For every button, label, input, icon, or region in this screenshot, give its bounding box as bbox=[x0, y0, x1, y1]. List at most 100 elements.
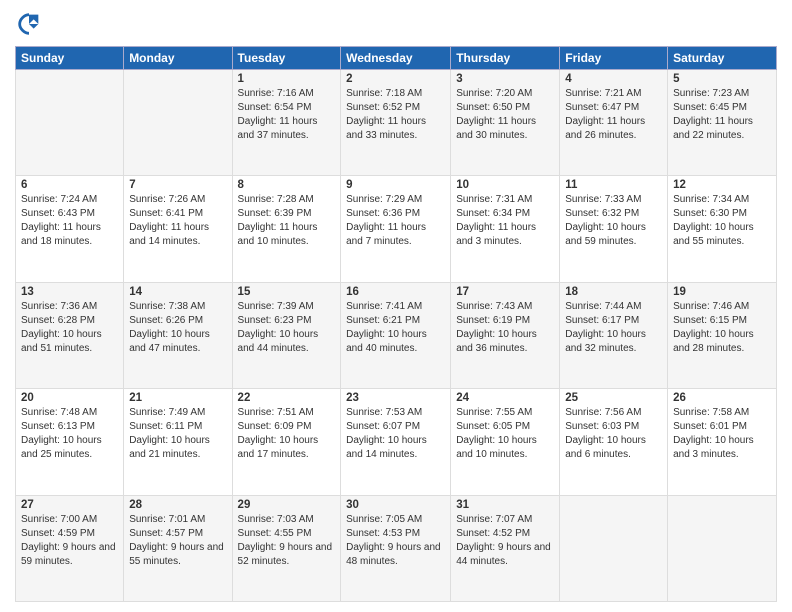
week-row-1: 1 Sunrise: 7:16 AMSunset: 6:54 PMDaylight… bbox=[16, 70, 777, 176]
day-number: 2 bbox=[346, 73, 445, 85]
day-number: 10 bbox=[456, 179, 554, 191]
calendar-cell: 14 Sunrise: 7:38 AMSunset: 6:26 PMDayligh… bbox=[124, 282, 232, 388]
day-number: 20 bbox=[21, 392, 118, 404]
calendar-cell: 20 Sunrise: 7:48 AMSunset: 6:13 PMDayligh… bbox=[16, 389, 124, 495]
calendar-cell: 24 Sunrise: 7:55 AMSunset: 6:05 PMDayligh… bbox=[451, 389, 560, 495]
day-info: Sunrise: 7:16 AMSunset: 6:54 PMDaylight:… bbox=[238, 87, 336, 143]
calendar-cell: 22 Sunrise: 7:51 AMSunset: 6:09 PMDayligh… bbox=[232, 389, 341, 495]
day-info: Sunrise: 7:01 AMSunset: 4:57 PMDaylight:… bbox=[129, 513, 226, 569]
calendar-cell: 16Sunrise: 7:41 AMSunset: 6:21 PMDayligh… bbox=[341, 282, 451, 388]
calendar-cell: 27Sunrise: 7:00 AMSunset: 4:59 PMDayligh… bbox=[16, 495, 124, 601]
day-info: Sunrise: 7:39 AMSunset: 6:23 PMDaylight:… bbox=[238, 300, 336, 356]
week-row-5: 27Sunrise: 7:00 AMSunset: 4:59 PMDayligh… bbox=[16, 495, 777, 601]
day-number: 4 bbox=[565, 73, 662, 85]
calendar-cell: 4 Sunrise: 7:21 AMSunset: 6:47 PMDaylight… bbox=[560, 70, 668, 176]
weekday-header-thursday: Thursday bbox=[451, 47, 560, 70]
day-number: 24 bbox=[456, 392, 554, 404]
calendar-body: 1 Sunrise: 7:16 AMSunset: 6:54 PMDaylight… bbox=[16, 70, 777, 602]
page: SundayMondayTuesdayWednesdayThursdayFrid… bbox=[0, 0, 792, 612]
day-number: 23 bbox=[346, 392, 445, 404]
day-info: Sunrise: 7:29 AMSunset: 6:36 PMDaylight:… bbox=[346, 193, 445, 249]
calendar-cell: 18 Sunrise: 7:44 AMSunset: 6:17 PMDayligh… bbox=[560, 282, 668, 388]
day-number: 29 bbox=[238, 499, 336, 511]
week-row-2: 6 Sunrise: 7:24 AMSunset: 6:43 PMDaylight… bbox=[16, 176, 777, 282]
day-info: Sunrise: 7:48 AMSunset: 6:13 PMDaylight:… bbox=[21, 406, 118, 462]
day-info: Sunrise: 7:33 AMSunset: 6:32 PMDaylight:… bbox=[565, 193, 662, 249]
weekday-header-friday: Friday bbox=[560, 47, 668, 70]
day-info: Sunrise: 7:24 AMSunset: 6:43 PMDaylight:… bbox=[21, 193, 118, 249]
calendar-cell: 19 Sunrise: 7:46 AMSunset: 6:15 PMDayligh… bbox=[668, 282, 777, 388]
day-info: Sunrise: 7:43 AMSunset: 6:19 PMDaylight:… bbox=[456, 300, 554, 356]
calendar-cell: 15 Sunrise: 7:39 AMSunset: 6:23 PMDayligh… bbox=[232, 282, 341, 388]
calendar-cell: 8Sunrise: 7:28 AMSunset: 6:39 PMDaylight… bbox=[232, 176, 341, 282]
week-row-4: 20 Sunrise: 7:48 AMSunset: 6:13 PMDayligh… bbox=[16, 389, 777, 495]
day-number: 17 bbox=[456, 286, 554, 298]
weekday-header-tuesday: Tuesday bbox=[232, 47, 341, 70]
day-number: 8 bbox=[238, 179, 336, 191]
day-number: 21 bbox=[129, 392, 226, 404]
day-info: Sunrise: 7:18 AMSunset: 6:52 PMDaylight:… bbox=[346, 87, 445, 143]
day-info: Sunrise: 7:05 AMSunset: 4:53 PMDaylight:… bbox=[346, 513, 445, 569]
calendar-cell: 3Sunrise: 7:20 AMSunset: 6:50 PMDaylight… bbox=[451, 70, 560, 176]
logo bbox=[15, 10, 47, 38]
calendar-cell: 17 Sunrise: 7:43 AMSunset: 6:19 PMDayligh… bbox=[451, 282, 560, 388]
day-number: 26 bbox=[673, 392, 771, 404]
day-number: 11 bbox=[565, 179, 662, 191]
day-number: 9 bbox=[346, 179, 445, 191]
day-info: Sunrise: 7:38 AMSunset: 6:26 PMDaylight:… bbox=[129, 300, 226, 356]
calendar-cell: 12 Sunrise: 7:34 AMSunset: 6:30 PMDayligh… bbox=[668, 176, 777, 282]
day-number: 28 bbox=[129, 499, 226, 511]
day-info: Sunrise: 7:55 AMSunset: 6:05 PMDaylight:… bbox=[456, 406, 554, 462]
day-info: Sunrise: 7:44 AMSunset: 6:17 PMDaylight:… bbox=[565, 300, 662, 356]
day-info: Sunrise: 7:36 AMSunset: 6:28 PMDaylight:… bbox=[21, 300, 118, 356]
day-number: 30 bbox=[346, 499, 445, 511]
day-info: Sunrise: 7:56 AMSunset: 6:03 PMDaylight:… bbox=[565, 406, 662, 462]
day-number: 18 bbox=[565, 286, 662, 298]
weekday-header-saturday: Saturday bbox=[668, 47, 777, 70]
calendar-cell: 11 Sunrise: 7:33 AMSunset: 6:32 PMDayligh… bbox=[560, 176, 668, 282]
day-number: 6 bbox=[21, 179, 118, 191]
day-info: Sunrise: 7:07 AMSunset: 4:52 PMDaylight:… bbox=[456, 513, 554, 569]
day-info: Sunrise: 7:20 AMSunset: 6:50 PMDaylight:… bbox=[456, 87, 554, 143]
day-number: 14 bbox=[129, 286, 226, 298]
calendar-cell: 7 Sunrise: 7:26 AMSunset: 6:41 PMDaylight… bbox=[124, 176, 232, 282]
logo-icon bbox=[15, 10, 43, 38]
calendar-cell: 2 Sunrise: 7:18 AMSunset: 6:52 PMDaylight… bbox=[341, 70, 451, 176]
day-info: Sunrise: 7:46 AMSunset: 6:15 PMDaylight:… bbox=[673, 300, 771, 356]
day-info: Sunrise: 7:23 AMSunset: 6:45 PMDaylight:… bbox=[673, 87, 771, 143]
calendar-cell: 31 Sunrise: 7:07 AMSunset: 4:52 PMDayligh… bbox=[451, 495, 560, 601]
calendar-cell: 1 Sunrise: 7:16 AMSunset: 6:54 PMDaylight… bbox=[232, 70, 341, 176]
calendar-cell: 5Sunrise: 7:23 AMSunset: 6:45 PMDaylight… bbox=[668, 70, 777, 176]
day-number: 7 bbox=[129, 179, 226, 191]
calendar-cell: 28 Sunrise: 7:01 AMSunset: 4:57 PMDayligh… bbox=[124, 495, 232, 601]
calendar-cell bbox=[124, 70, 232, 176]
weekday-header-wednesday: Wednesday bbox=[341, 47, 451, 70]
calendar-header: SundayMondayTuesdayWednesdayThursdayFrid… bbox=[16, 47, 777, 70]
day-info: Sunrise: 7:58 AMSunset: 6:01 PMDaylight:… bbox=[673, 406, 771, 462]
weekday-header-monday: Monday bbox=[124, 47, 232, 70]
calendar-cell: 23 Sunrise: 7:53 AMSunset: 6:07 PMDayligh… bbox=[341, 389, 451, 495]
day-info: Sunrise: 7:31 AMSunset: 6:34 PMDaylight:… bbox=[456, 193, 554, 249]
day-number: 12 bbox=[673, 179, 771, 191]
day-info: Sunrise: 7:51 AMSunset: 6:09 PMDaylight:… bbox=[238, 406, 336, 462]
day-number: 13 bbox=[21, 286, 118, 298]
calendar-cell: 10 Sunrise: 7:31 AMSunset: 6:34 PMDayligh… bbox=[451, 176, 560, 282]
day-number: 22 bbox=[238, 392, 336, 404]
day-number: 19 bbox=[673, 286, 771, 298]
calendar-cell: 6 Sunrise: 7:24 AMSunset: 6:43 PMDaylight… bbox=[16, 176, 124, 282]
day-number: 15 bbox=[238, 286, 336, 298]
day-number: 31 bbox=[456, 499, 554, 511]
calendar-table: SundayMondayTuesdayWednesdayThursdayFrid… bbox=[15, 46, 777, 602]
calendar-cell: 29Sunrise: 7:03 AMSunset: 4:55 PMDayligh… bbox=[232, 495, 341, 601]
calendar-cell: 13 Sunrise: 7:36 AMSunset: 6:28 PMDayligh… bbox=[16, 282, 124, 388]
day-info: Sunrise: 7:53 AMSunset: 6:07 PMDaylight:… bbox=[346, 406, 445, 462]
day-info: Sunrise: 7:49 AMSunset: 6:11 PMDaylight:… bbox=[129, 406, 226, 462]
day-number: 16 bbox=[346, 286, 445, 298]
calendar-cell: 30 Sunrise: 7:05 AMSunset: 4:53 PMDayligh… bbox=[341, 495, 451, 601]
day-info: Sunrise: 7:21 AMSunset: 6:47 PMDaylight:… bbox=[565, 87, 662, 143]
day-info: Sunrise: 7:26 AMSunset: 6:41 PMDaylight:… bbox=[129, 193, 226, 249]
day-info: Sunrise: 7:34 AMSunset: 6:30 PMDaylight:… bbox=[673, 193, 771, 249]
weekday-header-sunday: Sunday bbox=[16, 47, 124, 70]
day-number: 1 bbox=[238, 73, 336, 85]
weekday-row: SundayMondayTuesdayWednesdayThursdayFrid… bbox=[16, 47, 777, 70]
